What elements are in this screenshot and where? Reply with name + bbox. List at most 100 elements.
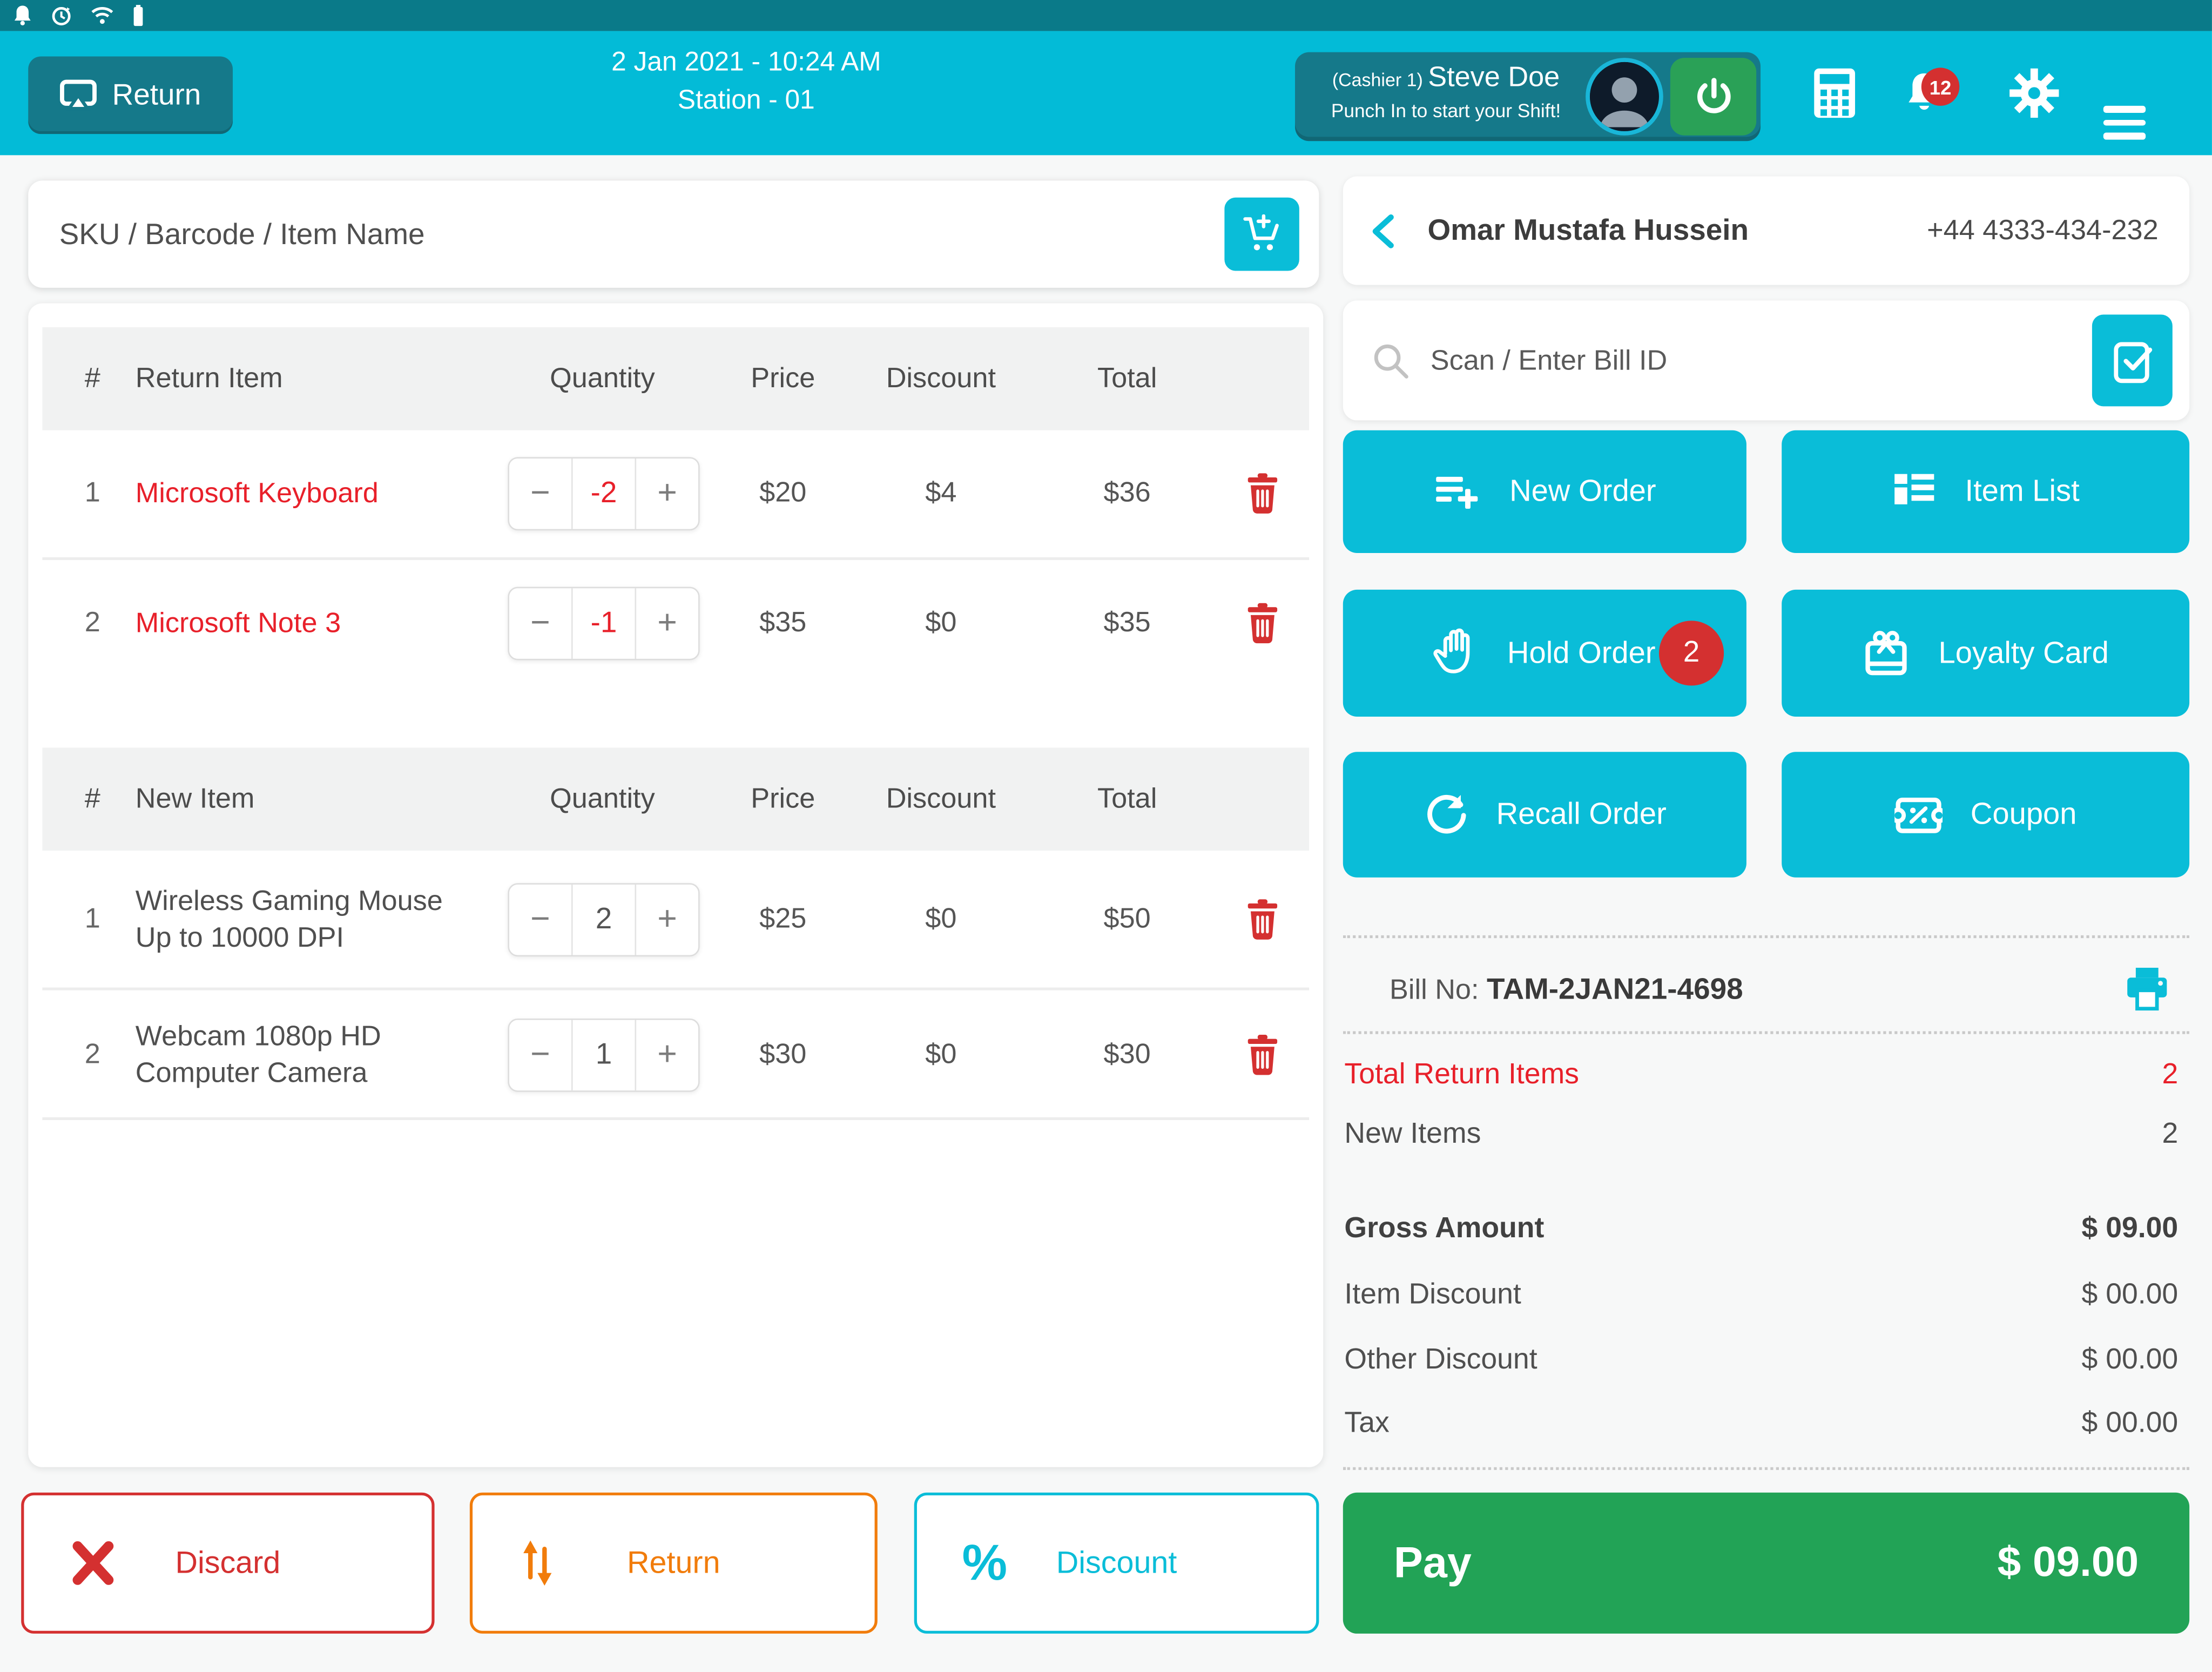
- summary-label: Gross Amount: [1344, 1212, 1544, 1246]
- return-table-header: # Return Item Quantity Price Discount To…: [42, 327, 1309, 430]
- loyalty-card-label: Loyalty Card: [1939, 636, 2109, 671]
- col-return-item: Return Item: [136, 362, 283, 395]
- quantity-stepper[interactable]: − 2 +: [508, 882, 699, 956]
- hand-icon: [1434, 628, 1479, 678]
- sku-search-input[interactable]: [56, 180, 1049, 291]
- col-price: Price: [751, 362, 815, 395]
- quantity-stepper[interactable]: − -2 +: [508, 457, 699, 530]
- decrease-button[interactable]: −: [509, 1020, 571, 1091]
- increase-button[interactable]: +: [636, 884, 698, 955]
- row-number: 1: [85, 477, 100, 510]
- bill-lookup-button[interactable]: [2092, 315, 2173, 407]
- return-action-button[interactable]: Return: [470, 1493, 878, 1634]
- bill-id-input[interactable]: [1428, 300, 1998, 423]
- gift-icon: [1862, 629, 1910, 677]
- customer-phone: +44 4333-434-232: [1927, 214, 2159, 247]
- chevron-left-icon[interactable]: [1368, 212, 1397, 249]
- discount-button[interactable]: % Discount: [914, 1493, 1319, 1634]
- bill-label: Bill No:: [1390, 975, 1487, 1006]
- summary-row-total-return-items: Total Return Items 2: [1343, 1049, 2189, 1100]
- item-discount: $0: [925, 608, 956, 640]
- col-quantity: Quantity: [550, 362, 655, 395]
- print-icon[interactable]: [2122, 965, 2173, 1016]
- summary-label: Tax: [1344, 1406, 1389, 1440]
- increase-button[interactable]: +: [636, 1020, 698, 1091]
- discard-label: Discard: [24, 1545, 431, 1581]
- delete-item-button[interactable]: [1244, 602, 1281, 644]
- new-order-button[interactable]: New Order: [1343, 430, 1746, 553]
- cashier-name: Steve Doe: [1428, 62, 1560, 93]
- hold-order-label: Hold Order: [1507, 636, 1656, 671]
- increase-button[interactable]: +: [636, 459, 698, 529]
- quantity-stepper[interactable]: − 1 +: [508, 1019, 699, 1092]
- cashier-subtitle: Punch In to start your Shift!: [1306, 100, 1586, 121]
- datetime-block: 2 Jan 2021 - 10:24 AM Station - 01: [611, 44, 881, 120]
- summary-row-new-items: New Items 2: [1343, 1109, 2189, 1159]
- summary-label: Item Discount: [1344, 1278, 1521, 1312]
- clock-sync-icon: [51, 5, 72, 26]
- col-discount: Discount: [886, 362, 996, 395]
- decrease-button[interactable]: −: [509, 588, 571, 659]
- summary-label: Other Discount: [1344, 1343, 1537, 1377]
- increase-button[interactable]: +: [636, 588, 698, 659]
- recall-order-button[interactable]: Recall Order: [1343, 752, 1746, 877]
- station: Station - 01: [611, 82, 881, 120]
- ticket-percent-icon: [1894, 793, 1943, 835]
- punch-in-power-button[interactable]: [1670, 58, 1756, 136]
- discount-label: Discount: [917, 1545, 1316, 1581]
- divider: [1343, 1031, 2189, 1034]
- return-mode-label: Return: [112, 78, 201, 112]
- item-total: $36: [1104, 477, 1151, 510]
- col-new-item: New Item: [136, 783, 255, 815]
- row-number: 1: [85, 903, 100, 935]
- gear-icon[interactable]: [2009, 68, 2060, 118]
- coupon-button[interactable]: Coupon: [1782, 752, 2189, 877]
- delete-item-button[interactable]: [1244, 898, 1281, 940]
- loyalty-card-button[interactable]: Loyalty Card: [1782, 590, 2189, 717]
- list-icon: [1892, 470, 1937, 513]
- coupon-label: Coupon: [1971, 797, 2077, 832]
- col-index: #: [85, 783, 100, 815]
- divider: [1343, 1467, 2189, 1470]
- decrease-button[interactable]: −: [509, 459, 571, 529]
- item-total: $30: [1104, 1039, 1151, 1071]
- item-price: $30: [759, 1039, 806, 1071]
- return-mode-button[interactable]: Return: [28, 56, 233, 134]
- summary-value: $ 09.00: [2082, 1212, 2179, 1246]
- cashier-chip[interactable]: (Cashier 1) Steve Doe Punch In to start …: [1295, 52, 1761, 141]
- cart-plus-icon: [1242, 214, 1282, 254]
- summary-row-other-discount: Other Discount $ 00.00: [1343, 1334, 2189, 1385]
- delete-item-button[interactable]: [1244, 473, 1281, 515]
- summary-row-tax: Tax $ 00.00: [1343, 1398, 2189, 1449]
- item-discount: $0: [925, 903, 956, 935]
- col-total: Total: [1097, 362, 1157, 395]
- new-order-label: New Order: [1509, 474, 1656, 509]
- item-price: $25: [759, 903, 806, 935]
- order-items-card: # Return Item Quantity Price Discount To…: [28, 304, 1323, 1467]
- pay-button[interactable]: Pay $ 09.00: [1343, 1493, 2189, 1634]
- discard-button[interactable]: Discard: [21, 1493, 434, 1634]
- delete-item-button[interactable]: [1244, 1034, 1281, 1076]
- menu-icon[interactable]: [2103, 106, 2146, 146]
- item-list-label: Item List: [1965, 474, 2079, 509]
- hold-order-button[interactable]: Hold Order 2: [1343, 590, 1746, 717]
- quantity-stepper[interactable]: − -1 +: [508, 587, 699, 660]
- item-list-button[interactable]: Item List: [1782, 430, 2189, 553]
- decrease-button[interactable]: −: [509, 884, 571, 955]
- summary-row-item-discount: Item Discount $ 00.00: [1343, 1270, 2189, 1320]
- summary-value: 2: [2162, 1117, 2178, 1151]
- notification-badge: 12: [1921, 68, 1960, 106]
- row-number: 2: [85, 1039, 100, 1071]
- col-total: Total: [1097, 783, 1157, 815]
- divider: [42, 1117, 1309, 1120]
- summary-value: 2: [2162, 1058, 2178, 1092]
- refresh-icon: [1423, 792, 1468, 838]
- add-to-cart-button[interactable]: [1224, 198, 1299, 271]
- recall-order-label: Recall Order: [1496, 797, 1667, 832]
- quantity-value: -1: [571, 588, 636, 659]
- return-item-row: 1 Microsoft Keyboard − -2 + $20 $4 $36: [42, 430, 1309, 557]
- summary-value: $ 00.00: [2082, 1343, 2179, 1377]
- col-quantity: Quantity: [550, 783, 655, 815]
- calculator-icon[interactable]: [1813, 67, 1857, 119]
- new-table-header: # New Item Quantity Price Discount Total: [42, 747, 1309, 851]
